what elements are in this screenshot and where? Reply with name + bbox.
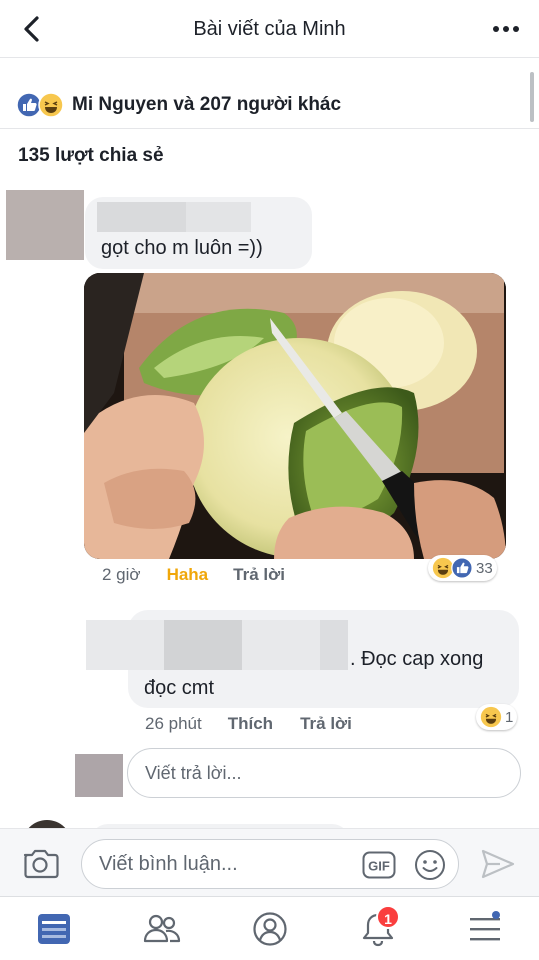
shares-count[interactable]: 135 lượt chia sẻ <box>18 145 164 167</box>
haha-icon <box>38 92 64 118</box>
avatar <box>75 754 123 797</box>
reaction-count: 33 <box>476 559 493 577</box>
haha-reaction-button[interactable]: Haha <box>167 565 209 585</box>
friends-icon <box>143 914 181 943</box>
profile-icon <box>253 912 287 946</box>
notification-badge: 1 <box>376 905 400 929</box>
reactions-summary[interactable]: Mi Nguyen và 207 người khác <box>16 90 341 120</box>
reaction-icons <box>16 92 64 118</box>
reply-text-line1: . Đọc cap xong <box>350 648 484 670</box>
gif-button[interactable]: GIF <box>362 851 396 879</box>
reply-button[interactable]: Trả lời <box>233 565 285 585</box>
comment-bubble[interactable]: gọt cho m luôn =)) <box>85 197 312 269</box>
mango-peeling-photo[interactable] <box>84 273 506 559</box>
haha-icon <box>480 706 502 728</box>
divider <box>0 128 539 129</box>
avatar[interactable] <box>6 190 84 260</box>
tab-menu[interactable] <box>466 911 506 947</box>
reply-actions: 26 phút Thích Trả lời <box>145 714 352 734</box>
tab-news-feed[interactable] <box>34 911 74 947</box>
reaction-count-badge[interactable]: 33 <box>428 555 497 581</box>
camera-icon <box>23 849 59 879</box>
more-horizontal-icon <box>493 26 519 32</box>
like-button[interactable]: Thích <box>228 714 273 734</box>
page-title: Bài viết của Minh <box>193 18 346 40</box>
comment-input[interactable]: Viết bình luận... GIF <box>81 839 459 889</box>
reply-time: 26 phút <box>145 714 202 733</box>
comment-time: 2 giờ <box>102 565 141 584</box>
reactions-text: Mi Nguyen và 207 người khác <box>72 94 342 115</box>
top-navigation-bar: Bài viết của Minh <box>0 0 539 58</box>
more-options-button[interactable] <box>491 16 521 42</box>
bottom-tab-bar: 1 <box>0 896 539 960</box>
comment-actions: 2 giờ Haha Trả lời <box>102 565 285 585</box>
tab-notifications[interactable]: 1 <box>358 905 400 947</box>
send-icon <box>481 849 515 879</box>
emoji-button[interactable] <box>414 849 446 881</box>
reply-input[interactable]: Viết trả lời... <box>127 748 521 798</box>
scrollbar[interactable] <box>530 72 534 122</box>
gif-label: GIF <box>368 859 390 874</box>
reply-text-line2: đọc cmt <box>144 677 215 699</box>
comment-composer: Viết bình luận... GIF <box>0 828 539 896</box>
gif-icon: GIF <box>362 851 396 879</box>
blurred-author-name <box>97 202 251 232</box>
comment-placeholder: Viết bình luận... <box>99 853 238 875</box>
send-button[interactable] <box>480 847 516 881</box>
news-feed-icon <box>38 914 70 944</box>
reaction-count: 1 <box>505 708 514 726</box>
like-icon <box>451 557 473 579</box>
reaction-count-badge[interactable]: 1 <box>476 704 518 730</box>
menu-icon <box>470 911 500 941</box>
comment-text: gọt cho m luôn =)) <box>101 237 263 259</box>
camera-button[interactable] <box>21 846 59 880</box>
tab-friends[interactable] <box>142 911 182 947</box>
reply-button[interactable]: Trả lời <box>300 714 352 734</box>
smiley-icon <box>415 850 445 880</box>
tab-profile[interactable] <box>250 911 290 947</box>
reply-placeholder: Viết trả lời... <box>145 763 242 783</box>
reply-bubble[interactable]: . Đọc cap xong đọc cmt <box>86 610 519 708</box>
